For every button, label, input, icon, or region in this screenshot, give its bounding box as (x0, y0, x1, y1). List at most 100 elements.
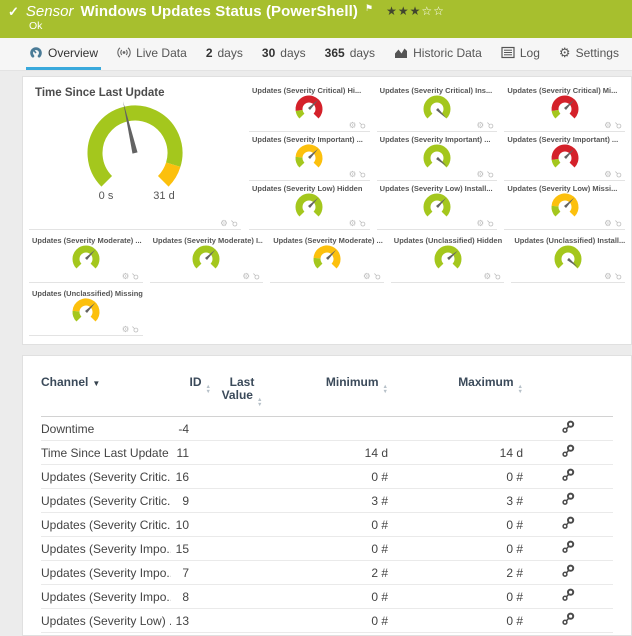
channel-maximum: 2 # (388, 561, 523, 585)
gear-icon[interactable]: ⚙ (122, 325, 130, 334)
channel-maximum: 0 # (388, 513, 523, 537)
channel-name: Updates (Severity Critic... (41, 465, 171, 489)
channel-actions (523, 561, 613, 585)
table-row: Updates (Severity Impo...80 #0 # (41, 585, 613, 609)
pin-icon[interactable]: ⚲ (251, 271, 261, 281)
pin-icon[interactable]: ⚲ (613, 169, 623, 179)
pin-icon[interactable]: ⚲ (492, 271, 502, 281)
gear-icon[interactable]: ⚙ (349, 121, 357, 130)
channel-id: -4 (171, 417, 211, 441)
tab-log[interactable]: Log (498, 38, 543, 70)
channel-actions (523, 465, 613, 489)
channel-settings-button[interactable] (561, 516, 575, 533)
pin-icon[interactable]: ⚲ (357, 169, 367, 179)
channel-settings-button[interactable] (561, 540, 575, 557)
column-header-id[interactable]: ID▲▼ (171, 368, 211, 417)
gear-icon[interactable]: ⚙ (484, 272, 492, 281)
gear-icon[interactable]: ⚙ (122, 272, 130, 281)
gear-icon[interactable]: ⚙ (220, 219, 228, 228)
gear-icon[interactable]: ⚙ (476, 219, 484, 228)
gear-icon[interactable]: ⚙ (242, 272, 250, 281)
gauge-dial (186, 243, 226, 271)
tab-365-days[interactable]: 365days (322, 38, 378, 70)
star-icon[interactable]: ★ (410, 4, 422, 18)
pin-icon[interactable]: ⚲ (357, 120, 367, 130)
flag-icon[interactable]: ⚑ (365, 3, 373, 14)
wrench-icon (561, 612, 575, 626)
gauge-dial (417, 142, 457, 170)
gauge-title: Updates (Severity Critical) Hi... (249, 83, 370, 95)
channel-id: 3 (171, 633, 211, 636)
pin-icon[interactable]: ⚲ (357, 218, 367, 228)
gear-icon[interactable]: ⚙ (476, 121, 484, 130)
pin-icon[interactable]: ⚲ (613, 120, 623, 130)
tab-2-days[interactable]: 2days (203, 38, 246, 70)
star-icon[interactable]: ★ (386, 4, 398, 18)
tab-settings[interactable]: ⚙Settings (556, 38, 622, 70)
pin-icon[interactable]: ⚲ (485, 169, 495, 179)
gear-icon[interactable]: ⚙ (349, 219, 357, 228)
tab-label: Log (520, 46, 540, 60)
pin-icon[interactable]: ⚲ (130, 324, 140, 334)
gear-icon[interactable]: ⚙ (604, 170, 612, 179)
gear-icon[interactable]: ⚙ (604, 219, 612, 228)
channel-settings-button[interactable] (561, 444, 575, 461)
channel-settings-button[interactable] (561, 492, 575, 509)
tab-30-days[interactable]: 30days (259, 38, 309, 70)
tab-label: Live Data (136, 46, 187, 60)
main-gauge-dial-slot: 0 s31 d (29, 99, 241, 207)
gauge-title: Updates (Severity Important) ... (377, 132, 498, 144)
mini-gauge-panel: Updates (Severity Critical) Mi... ⚙⚲ (504, 83, 625, 132)
gear-icon: ⚙ (559, 46, 571, 59)
channel-maximum: 3 # (388, 489, 523, 513)
tab-overview[interactable]: Overview (26, 38, 101, 70)
column-header-channel[interactable]: Channel▼ (41, 368, 171, 417)
tab-historic-data[interactable]: Historic Data (391, 38, 485, 70)
channel-name: Updates (Severity Impo... (41, 585, 171, 609)
star-icon[interactable]: ☆ (433, 4, 445, 18)
star-icon[interactable]: ☆ (421, 4, 433, 18)
wrench-icon (561, 468, 575, 482)
table-row: Time Since Last Update1114 d14 d (41, 441, 613, 465)
star-icon[interactable]: ★ (398, 4, 410, 18)
column-header-maximum[interactable]: Maximum▲▼ (388, 368, 523, 417)
gear-icon[interactable]: ⚙ (363, 272, 371, 281)
gauge-title: Updates (Severity Critical) Mi... (504, 83, 625, 95)
channel-settings-button[interactable] (561, 612, 575, 629)
priority-stars[interactable]: ★★★☆☆ (386, 4, 445, 18)
gear-icon[interactable]: ⚙ (349, 170, 357, 179)
gear-icon[interactable]: ⚙ (604, 121, 612, 130)
gauge-title: Updates (Severity Low) Install... (377, 181, 498, 193)
channel-minimum: 0 # (273, 537, 388, 561)
gauge-title: Updates (Severity Moderate) I... (150, 233, 264, 245)
channel-settings-button[interactable] (561, 468, 575, 485)
channel-actions (523, 513, 613, 537)
channel-settings-button[interactable] (561, 420, 575, 437)
gauge-dial (417, 93, 457, 121)
gear-icon[interactable]: ⚙ (476, 170, 484, 179)
tab-live-data[interactable]: Live Data (114, 38, 190, 70)
pin-icon[interactable]: ⚲ (613, 218, 623, 228)
wrench-icon (561, 492, 575, 506)
channel-id: 13 (171, 609, 211, 633)
pin-icon[interactable]: ⚲ (485, 218, 495, 228)
channel-last-value (211, 585, 273, 609)
table-row: Updates (Severity Low) ...30 #0 # (41, 633, 613, 636)
pin-icon[interactable]: ⚲ (485, 120, 495, 130)
column-header-minimum[interactable]: Minimum▲▼ (273, 368, 388, 417)
pin-icon[interactable]: ⚲ (229, 218, 239, 228)
channel-settings-button[interactable] (561, 564, 575, 581)
column-header-last-value[interactable]: Last Value▲▼ (211, 368, 273, 417)
channel-id: 8 (171, 585, 211, 609)
gauge-title: Updates (Unclassified) Missing (29, 286, 143, 298)
wrench-icon (561, 564, 575, 578)
gauge-title: Updates (Severity Important) ... (249, 132, 370, 144)
pin-icon[interactable]: ⚲ (130, 271, 140, 281)
channel-settings-button[interactable] (561, 588, 575, 605)
main-gauge-panel: Time Since Last Update 0 s31 d ⚙⚲ (29, 83, 241, 230)
channel-minimum: 14 d (273, 441, 388, 465)
gauge-title: Updates (Unclassified) Hidden (391, 233, 505, 245)
gear-icon[interactable]: ⚙ (604, 272, 612, 281)
pin-icon[interactable]: ⚲ (613, 271, 623, 281)
pin-icon[interactable]: ⚲ (371, 271, 381, 281)
